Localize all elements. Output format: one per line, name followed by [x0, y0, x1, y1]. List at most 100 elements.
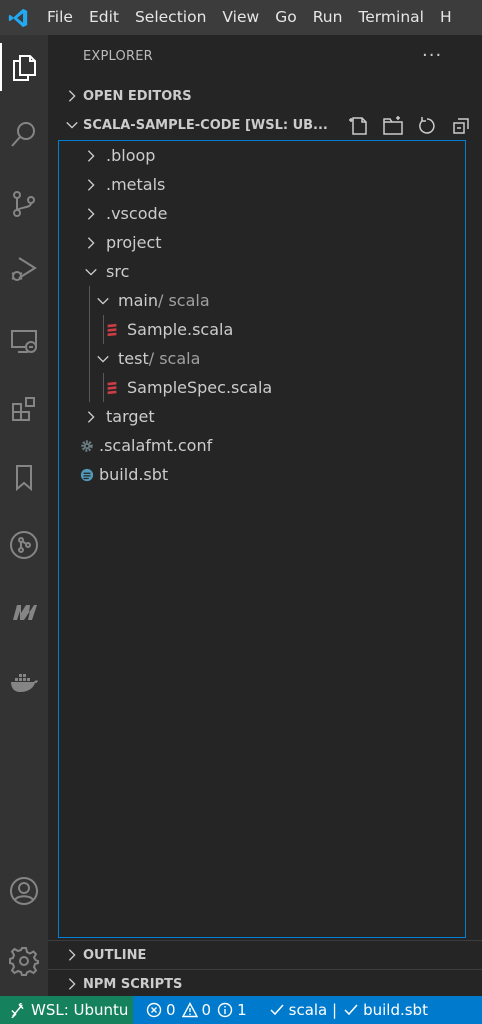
warning-count: 0 — [201, 1001, 212, 1019]
tree-item-project[interactable]: project — [59, 228, 465, 257]
search-icon[interactable] — [0, 111, 48, 159]
tree-item-scalafmt-conf[interactable]: .scalafmt.conf — [59, 431, 465, 460]
run-debug-icon[interactable] — [0, 245, 48, 293]
divider — [48, 940, 482, 941]
tree-item-label: target — [106, 407, 155, 426]
explorer-title: EXPLORER — [83, 49, 153, 64]
account-icon[interactable] — [0, 867, 48, 915]
tree-item-label: .scalafmt.conf — [99, 436, 213, 455]
new-file-icon[interactable] — [348, 115, 370, 141]
chevron-right-icon — [65, 89, 79, 103]
check-icon — [344, 1004, 358, 1016]
tree-item-src[interactable]: src — [59, 257, 465, 286]
chevron-right-icon — [83, 177, 99, 193]
menu-selection[interactable]: Selection — [127, 0, 214, 35]
tree-item-suffix: / scala — [148, 349, 201, 368]
info-icon — [217, 1002, 233, 1018]
source-control-icon[interactable] — [0, 180, 48, 228]
tree-item-label: main — [118, 291, 158, 310]
tree-item-samplespec-scala[interactable]: SampleSpec.scala — [59, 373, 465, 402]
tree-item-label: test — [118, 349, 149, 368]
chevron-right-icon — [83, 235, 99, 251]
chevron-down-icon — [95, 351, 111, 367]
docker-icon[interactable] — [0, 658, 48, 706]
scala-file-icon — [104, 322, 120, 338]
open-editors-section[interactable]: OPEN EDITORS — [48, 83, 482, 109]
chevron-down-icon — [83, 264, 99, 280]
workspace-section[interactable]: SCALA-SAMPLE-CODE [WSL: UB... — [48, 112, 482, 138]
chevron-down-icon — [65, 118, 79, 132]
files-icon[interactable] — [0, 43, 48, 91]
workspace-actions — [348, 115, 472, 141]
tree-item-main-scala[interactable]: main / scala — [59, 286, 465, 315]
tree-item-label: SampleSpec.scala — [127, 378, 273, 397]
tree-item-label: .bloop — [106, 146, 156, 165]
menu-file[interactable]: File — [39, 0, 81, 35]
tree-item-label: Sample.scala — [127, 320, 234, 339]
build-label: build.sbt — [363, 1001, 428, 1019]
tree-item-label: src — [106, 262, 130, 281]
tree-item-label: build.sbt — [99, 465, 169, 484]
chevron-right-icon — [83, 206, 99, 222]
outline-section[interactable]: OUTLINE — [48, 942, 482, 968]
tree-item-label: project — [106, 233, 162, 252]
tree-item-vscode[interactable]: .vscode — [59, 199, 465, 228]
tree-item-metals[interactable]: .metals — [59, 170, 465, 199]
more-actions-icon[interactable]: ··· — [422, 45, 442, 66]
problems-indicator[interactable]: 0 0 1 — [146, 1001, 247, 1019]
metals-icon[interactable] — [0, 588, 48, 636]
remote-icon — [11, 1002, 24, 1018]
collapse-all-icon[interactable] — [450, 115, 472, 141]
gear-file-icon — [79, 438, 95, 454]
scala-status[interactable]: scala | — [269, 1001, 337, 1019]
tree-item-target[interactable]: target — [59, 402, 465, 431]
workspace-label: SCALA-SAMPLE-CODE [WSL: UB... — [83, 117, 328, 133]
outline-label: OUTLINE — [83, 947, 147, 963]
divider — [48, 969, 482, 970]
tree-item-test-scala[interactable]: test / scala — [59, 344, 465, 373]
warning-icon — [181, 1002, 198, 1018]
new-folder-icon[interactable] — [382, 115, 404, 141]
settings-gear-icon[interactable] — [0, 937, 48, 985]
menu-go[interactable]: Go — [267, 0, 305, 35]
tree-item-sample-scala[interactable]: Sample.scala — [59, 315, 465, 344]
menu-help[interactable]: H — [432, 0, 460, 35]
vscode-logo-icon — [0, 0, 35, 35]
tree-item-suffix: / scala — [157, 291, 210, 310]
gitlens-icon[interactable] — [0, 521, 48, 569]
status-bar: WSL: Ubuntu 0 0 1 scala | build.sbt — [0, 996, 482, 1024]
remote-label: WSL: Ubuntu — [31, 1001, 129, 1019]
chevron-right-icon — [65, 977, 79, 991]
sbt-file-icon — [79, 467, 95, 483]
file-tree: .bloop .metals .vscode project src main … — [58, 140, 466, 938]
menu-view[interactable]: View — [214, 0, 267, 35]
bookmarks-icon[interactable] — [0, 453, 48, 501]
extensions-icon[interactable] — [0, 385, 48, 433]
error-count: 0 — [166, 1001, 176, 1019]
title-bar: File Edit Selection View Go Run Terminal… — [0, 0, 482, 35]
npm-scripts-label: NPM SCRIPTS — [83, 976, 183, 992]
scala-file-icon — [104, 380, 120, 396]
chevron-right-icon — [65, 948, 79, 962]
menu-run[interactable]: Run — [305, 0, 351, 35]
remote-explorer-icon[interactable] — [0, 317, 48, 365]
menu-terminal[interactable]: Terminal — [350, 0, 432, 35]
chevron-down-icon — [95, 293, 111, 309]
sidebar: EXPLORER ··· OPEN EDITORS SCALA-SAMPLE-C… — [48, 35, 482, 996]
refresh-icon[interactable] — [416, 115, 438, 141]
tree-item-bloop[interactable]: .bloop — [59, 141, 465, 170]
build-status[interactable]: build.sbt — [343, 1001, 428, 1019]
chevron-right-icon — [83, 409, 99, 425]
chevron-right-icon — [83, 148, 99, 164]
tree-item-build-sbt[interactable]: build.sbt — [59, 460, 465, 489]
scala-label: scala | — [288, 1001, 338, 1019]
npm-scripts-section[interactable]: NPM SCRIPTS — [48, 971, 482, 997]
tree-item-label: .metals — [106, 175, 166, 194]
menu-edit[interactable]: Edit — [81, 0, 127, 35]
remote-indicator[interactable]: WSL: Ubuntu — [0, 996, 133, 1024]
tree-item-label: .vscode — [106, 204, 168, 223]
error-icon — [146, 1002, 162, 1018]
activity-bar — [0, 35, 48, 996]
check-icon — [270, 1004, 284, 1016]
info-count: 1 — [237, 1001, 247, 1019]
